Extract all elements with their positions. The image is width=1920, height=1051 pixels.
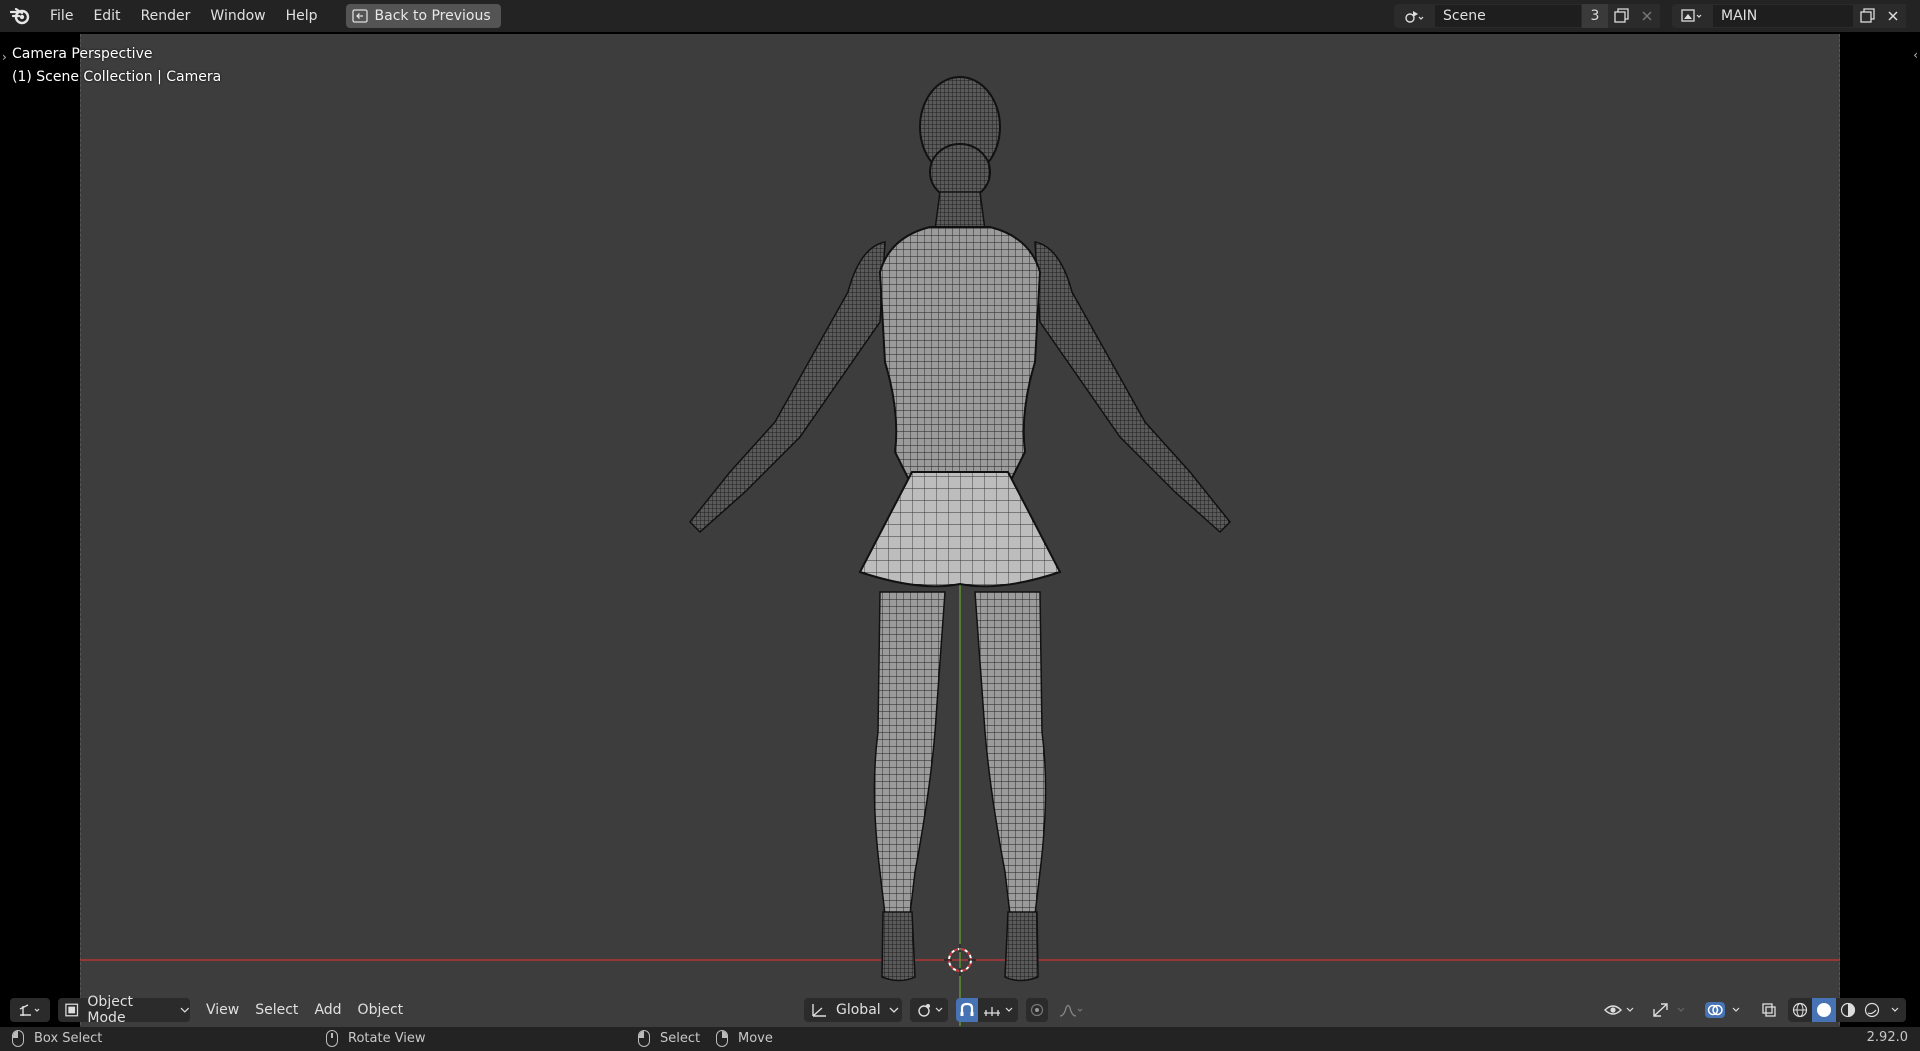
menu-select[interactable]: Select: [247, 998, 306, 1022]
viewport-title: Camera Perspective: [12, 46, 153, 62]
status-select: Select: [638, 1030, 700, 1047]
orientation-label: Global: [836, 1002, 881, 1018]
falloff-icon[interactable]: [1052, 998, 1090, 1022]
view-layer-icon[interactable]: [1672, 4, 1712, 28]
pivot-icon[interactable]: [910, 998, 948, 1022]
transform-orientation-dropdown[interactable]: Global: [804, 998, 902, 1022]
gizmo-icon[interactable]: [1644, 998, 1692, 1022]
new-scene-icon[interactable]: [1608, 4, 1634, 28]
status-select-label: Select: [660, 1031, 701, 1046]
status-rotate-view: Rotate View: [326, 1030, 426, 1047]
xray-icon[interactable]: [1756, 998, 1782, 1022]
menu-object[interactable]: Object: [350, 998, 412, 1022]
mouse-middle-icon: [326, 1030, 338, 1047]
version-label: 2.92.0: [1866, 1030, 1908, 1045]
toolbar-expand-icon[interactable]: ›: [2, 50, 7, 64]
3d-viewport[interactable]: Camera Perspective (1) Scene Collection …: [0, 32, 1920, 1032]
scene-type-icon[interactable]: [1394, 4, 1434, 28]
status-move: Move: [716, 1030, 773, 1047]
mouse-right-icon: [716, 1030, 728, 1047]
overlay-icon[interactable]: [1700, 998, 1744, 1022]
status-move-label: Move: [738, 1031, 773, 1046]
menu-edit[interactable]: Edit: [83, 0, 130, 32]
menu-file[interactable]: File: [40, 0, 83, 32]
material-shading-icon[interactable]: [1836, 998, 1860, 1022]
viewport-header: Object Mode View Select Add Object Globa…: [0, 994, 1920, 1026]
snap-increment-icon[interactable]: [978, 998, 1018, 1022]
top-bar: File Edit Render Window Help Back to Pre…: [0, 0, 1920, 32]
visibility-icon[interactable]: [1598, 998, 1638, 1022]
status-box-select-label: Box Select: [34, 1031, 103, 1046]
proportional-edit-icon[interactable]: [1026, 998, 1048, 1022]
close-view-layer-icon[interactable]: [1880, 4, 1906, 28]
mouse-left-icon: [12, 1030, 24, 1047]
mode-label: Object Mode: [87, 994, 134, 1026]
solid-shading-icon[interactable]: [1812, 998, 1836, 1022]
viewport-collection-label: (1) Scene Collection | Camera: [12, 69, 222, 85]
chevron-down-icon: [889, 1007, 899, 1013]
new-view-layer-icon[interactable]: [1854, 4, 1880, 28]
shading-mode-group: [1788, 998, 1906, 1022]
chevron-down-icon: [180, 1007, 190, 1013]
menu-add[interactable]: Add: [306, 998, 349, 1022]
scene-name-field[interactable]: Scene: [1434, 4, 1582, 28]
status-bar: Box Select Rotate View Select Move 2.92.…: [0, 1027, 1920, 1051]
scene-user-count: 3: [1582, 4, 1608, 28]
rendered-shading-icon[interactable]: [1860, 998, 1884, 1022]
view-layer-field[interactable]: MAIN: [1712, 4, 1854, 28]
back-to-previous-button[interactable]: Back to Previous: [345, 4, 501, 28]
mouse-left-icon: [638, 1030, 650, 1047]
close-icon[interactable]: [1634, 4, 1660, 28]
menu-view[interactable]: View: [198, 998, 247, 1022]
sidebar-expand-icon[interactable]: ‹: [1913, 48, 1918, 62]
menu-help[interactable]: Help: [276, 0, 328, 32]
view-layer-selector: MAIN: [1672, 4, 1906, 28]
global-axes-icon: [812, 1004, 826, 1017]
back-arrow-icon: [351, 9, 368, 23]
status-rotate-view-label: Rotate View: [348, 1031, 426, 1046]
viewport-scene: [80, 76, 1840, 1026]
object-mode-icon: [65, 1003, 79, 1017]
status-box-select: Box Select: [12, 1030, 102, 1047]
wireframe-shading-icon[interactable]: [1788, 998, 1812, 1022]
back-to-previous-label: Back to Previous: [374, 8, 491, 24]
snap-icon[interactable]: [956, 998, 978, 1022]
shading-options-chevron-icon[interactable]: [1884, 998, 1906, 1022]
blender-logo-icon[interactable]: [0, 0, 40, 32]
menu-window[interactable]: Window: [200, 0, 275, 32]
scene-selector: Scene 3: [1394, 4, 1660, 28]
menu-render[interactable]: Render: [131, 0, 201, 32]
editor-type-icon[interactable]: [10, 998, 50, 1022]
mode-selector[interactable]: Object Mode: [58, 994, 190, 1026]
